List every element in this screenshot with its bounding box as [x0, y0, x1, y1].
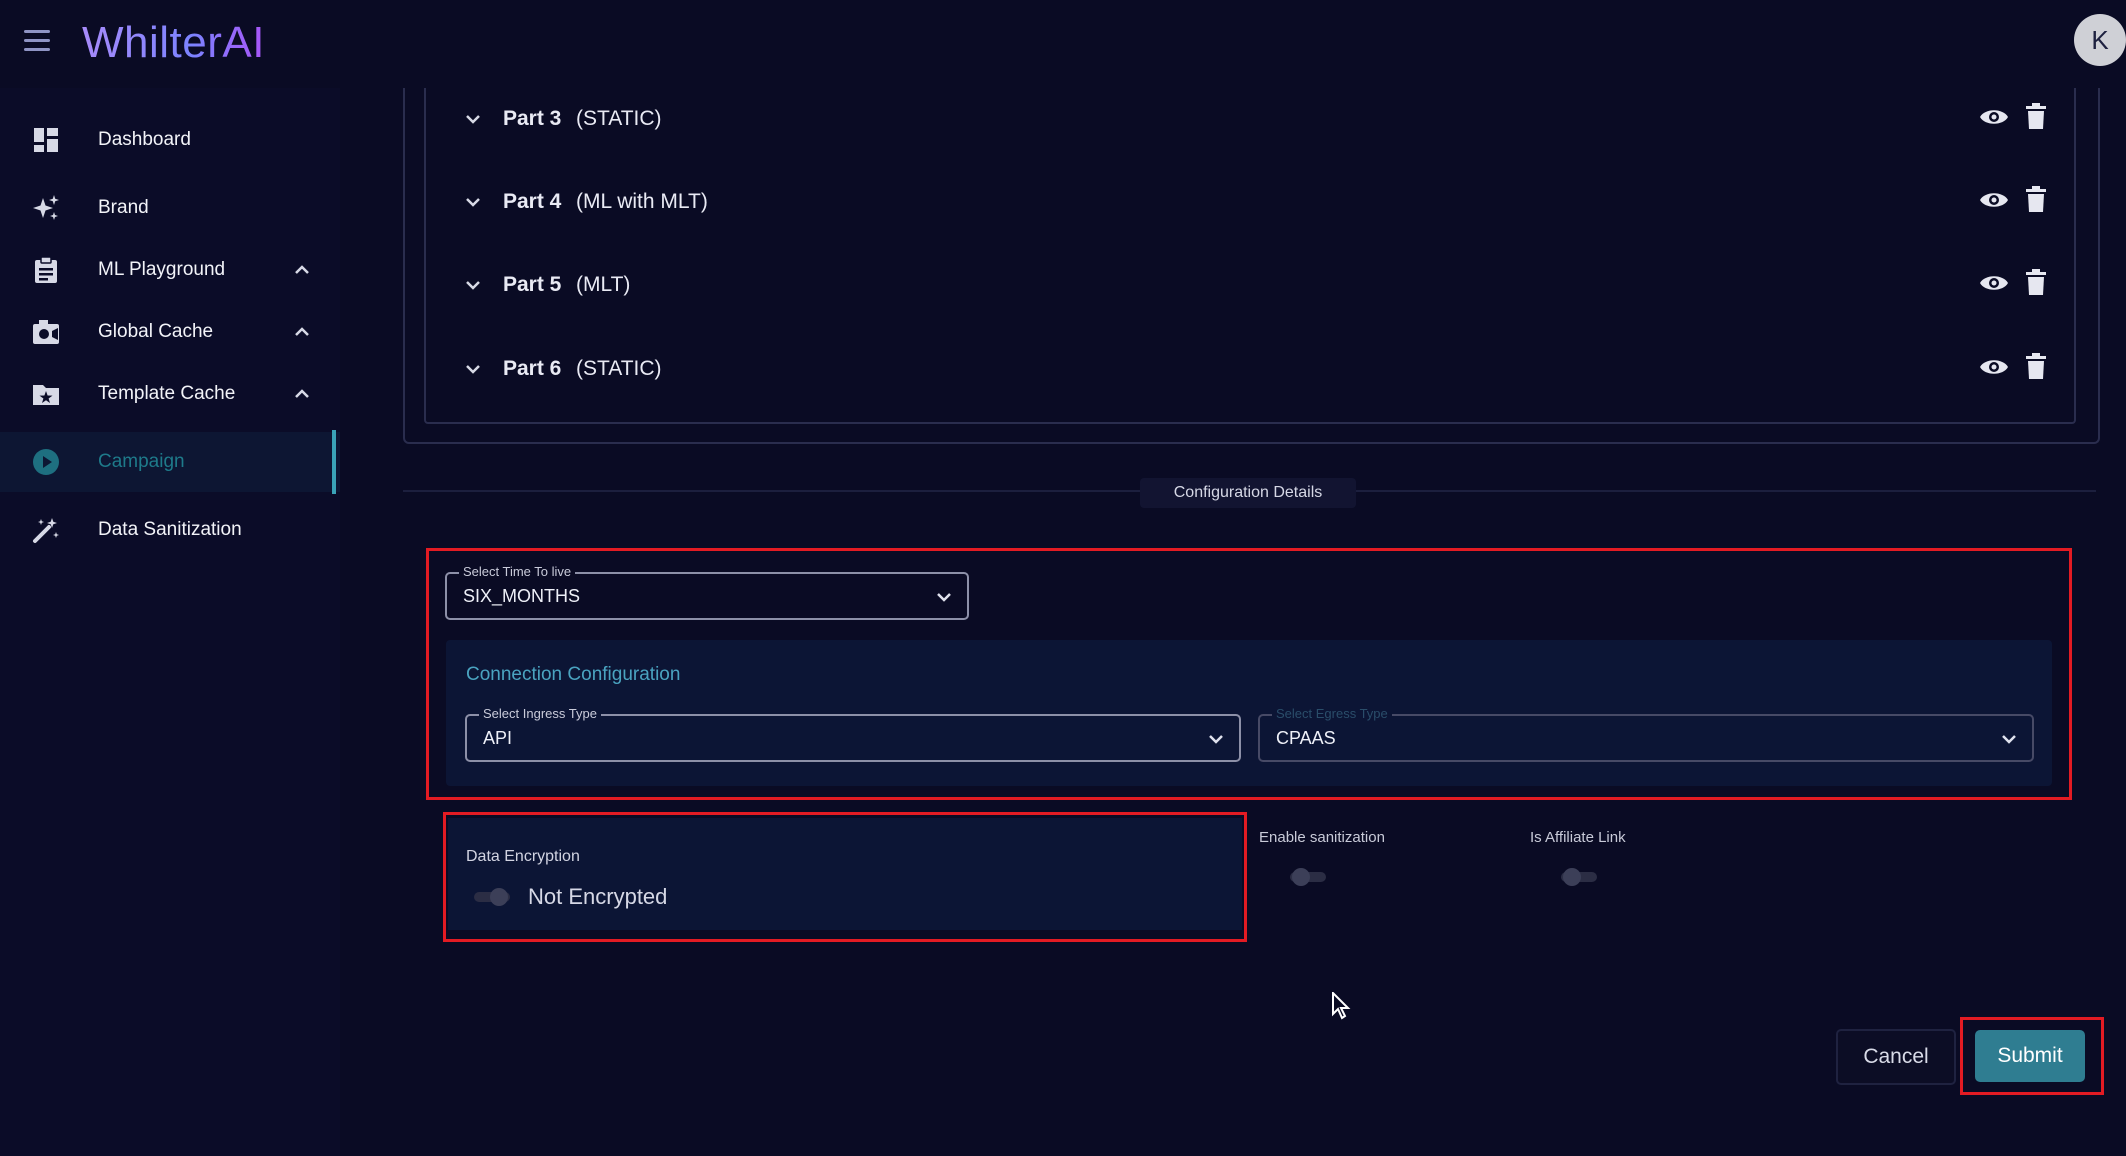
eye-icon[interactable] — [1979, 272, 2009, 294]
menu-icon[interactable] — [24, 30, 50, 52]
sidebar-item-label: Template Cache — [98, 383, 236, 404]
part-name: Part 6 — [503, 357, 562, 380]
toggle-knob — [1292, 868, 1310, 886]
eye-icon[interactable] — [1979, 106, 2009, 128]
part-name: Part 5 — [503, 273, 562, 296]
sidebar: Dashboard Brand ML Playground Global Cac… — [0, 88, 340, 1156]
field-label: Select Ingress Type — [479, 706, 601, 721]
trash-icon[interactable] — [2026, 103, 2046, 129]
chevron-down-icon[interactable] — [464, 360, 482, 378]
part-type: (ML with MLT) — [576, 190, 708, 213]
app-logo: WhilterAI — [82, 18, 265, 67]
sidebar-item-label: Campaign — [98, 451, 185, 472]
sparkles-icon — [32, 194, 60, 222]
trash-icon[interactable] — [2026, 353, 2046, 379]
chevron-down-icon — [2002, 735, 2016, 744]
part-name: Part 4 — [503, 190, 562, 213]
magic-wand-icon — [32, 516, 60, 544]
sidebar-item-global-cache[interactable]: Global Cache — [0, 302, 340, 362]
field-label: Select Egress Type — [1272, 706, 1392, 721]
sidebar-item-ml-playground[interactable]: ML Playground — [0, 240, 340, 300]
eye-icon[interactable] — [1979, 189, 2009, 211]
sidebar-item-label: Dashboard — [98, 129, 191, 150]
eye-icon[interactable] — [1979, 356, 2009, 378]
submit-button[interactable]: Submit — [1975, 1030, 2085, 1082]
dashboard-icon — [32, 126, 60, 154]
chevron-up-icon[interactable] — [292, 384, 312, 404]
sidebar-item-label: Brand — [98, 197, 149, 218]
part-row: Part 3 (STATIC) — [460, 94, 2060, 144]
part-type: (STATIC) — [576, 357, 662, 380]
folder-star-icon — [32, 380, 60, 408]
avatar[interactable]: K — [2074, 14, 2126, 66]
data-encryption-status: Not Encrypted — [528, 884, 668, 909]
chevron-down-icon — [1209, 735, 1223, 744]
sidebar-item-brand[interactable]: Brand — [0, 178, 340, 238]
camera-icon — [32, 318, 60, 346]
part-row: Part 6 (STATIC) — [460, 344, 2060, 394]
ingress-type-select[interactable]: Select Ingress Type API — [465, 706, 1241, 762]
part-name: Part 3 — [503, 107, 562, 130]
chevron-down-icon[interactable] — [464, 276, 482, 294]
top-bar: WhilterAI K — [0, 0, 2126, 88]
trash-icon[interactable] — [2026, 186, 2046, 212]
chevron-up-icon[interactable] — [292, 322, 312, 342]
affiliate-link-toggle[interactable] — [1561, 868, 1597, 886]
sidebar-item-template-cache[interactable]: Template Cache — [0, 364, 340, 424]
toggle-knob — [1563, 868, 1581, 886]
section-title: Configuration Details — [1140, 478, 1356, 508]
sidebar-item-label: Global Cache — [98, 321, 214, 342]
sidebar-item-label: ML Playground — [98, 259, 226, 280]
sidebar-item-label: Data Sanitization — [98, 519, 242, 540]
chevron-down-icon[interactable] — [464, 110, 482, 128]
sanitization-toggle[interactable] — [1290, 868, 1326, 886]
mouse-cursor-icon — [1332, 992, 1351, 1020]
chevron-up-icon[interactable] — [292, 260, 312, 280]
egress-type-select[interactable]: Select Egress Type CPAAS — [1258, 706, 2034, 762]
field-value: SIX_MONTHS — [463, 586, 581, 606]
data-encryption-toggle[interactable] — [474, 888, 510, 906]
sidebar-item-dashboard[interactable]: Dashboard — [0, 110, 340, 170]
field-value: API — [483, 728, 513, 748]
data-encryption-label: Data Encryption — [466, 848, 580, 865]
play-circle-icon — [32, 448, 60, 476]
ttl-select[interactable]: Select Time To live SIX_MONTHS — [445, 564, 969, 620]
affiliate-link-label: Is Affiliate Link — [1530, 829, 1626, 846]
field-label: Select Time To live — [459, 564, 576, 579]
part-row: Part 5 (MLT) — [460, 260, 2060, 310]
sidebar-item-campaign[interactable]: Campaign — [0, 430, 340, 494]
toggle-knob — [490, 888, 508, 906]
chevron-down-icon — [937, 593, 951, 602]
connection-config-title: Connection Configuration — [466, 664, 681, 685]
cancel-button[interactable]: Cancel — [1836, 1029, 1956, 1085]
field-value: CPAAS — [1276, 728, 1336, 748]
trash-icon[interactable] — [2026, 269, 2046, 295]
chevron-down-icon[interactable] — [464, 193, 482, 211]
part-type: (MLT) — [576, 273, 631, 296]
data-encryption-panel — [448, 818, 1242, 930]
part-row: Part 4 (ML with MLT) — [460, 177, 2060, 227]
part-type: (STATIC) — [576, 107, 662, 130]
connection-config-panel — [446, 640, 2052, 786]
clipboard-icon — [32, 256, 60, 284]
sidebar-item-data-sanitization[interactable]: Data Sanitization — [0, 500, 340, 560]
sanitization-label: Enable sanitization — [1259, 829, 1385, 846]
